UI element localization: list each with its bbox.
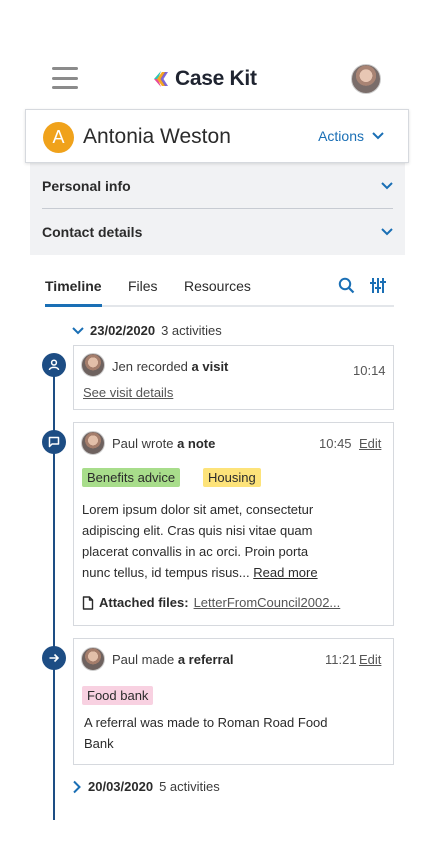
timeline-group-toggle[interactable]: 23/02/2020 3 activities: [72, 323, 222, 338]
top-bar: Case Kit: [0, 60, 435, 100]
note-body: Lorem ipsum dolor sit amet, consectetur …: [82, 499, 318, 583]
see-visit-details-link[interactable]: See visit details: [83, 385, 173, 400]
chevron-down-icon: [372, 132, 384, 140]
arrow-right-icon: [49, 653, 60, 663]
group-date: 20/03/2020: [88, 779, 154, 794]
person-name: Antonia Weston: [83, 125, 231, 148]
entry-summary: Paul made a referral: [112, 652, 233, 667]
author-avatar: [81, 647, 105, 671]
tab-files[interactable]: Files: [128, 278, 158, 294]
entry-time: 10:45: [319, 436, 352, 451]
referral-line: A referral was made to Roman Road Food: [84, 715, 328, 730]
group-count: 5 activities: [159, 779, 220, 794]
referral-line: Bank: [84, 736, 114, 751]
edit-link[interactable]: Edit: [359, 436, 381, 451]
timeline-card-referral: Paul made a referral 11:21 Edit Food ban…: [73, 638, 394, 765]
note-line: Lorem ipsum dolor sit amet, consectetur: [82, 502, 314, 517]
file-icon: [82, 595, 94, 610]
comment-icon: [48, 436, 60, 448]
tag-food-bank[interactable]: Food bank: [82, 686, 154, 705]
note-line: adipiscing elit. Cras quis nisi vitae qu…: [82, 523, 313, 538]
actions-button[interactable]: Actions: [318, 128, 384, 144]
note-line: nunc tellus, id tempus risus...: [82, 565, 250, 580]
read-more-link[interactable]: Read more: [253, 565, 317, 580]
entry-author: Jen: [112, 359, 133, 374]
attached-files-label: Attached files:: [99, 595, 189, 610]
entry-author: Paul: [112, 436, 139, 451]
attached-file-link[interactable]: LetterFromCouncil2002...: [194, 595, 341, 610]
case-kit-logo[interactable]: Case Kit: [151, 67, 257, 91]
group-count: 3 activities: [161, 323, 222, 338]
search-icon[interactable]: [338, 277, 355, 294]
hamburger-icon[interactable]: [52, 67, 78, 89]
details-accordion: Personal info Contact details: [30, 163, 405, 255]
tab-bar: Timeline Files Resources: [45, 272, 394, 307]
timeline-card-visit: Jen recorded a visit 10:14 See visit det…: [73, 345, 394, 410]
entry-summary: Paul wrote a note: [112, 436, 215, 451]
chevron-down-icon: [72, 326, 84, 334]
entry-summary: Jen recorded a visit: [112, 359, 228, 374]
timeline-marker-referral: [42, 646, 66, 670]
accordion-label: Contact details: [42, 224, 143, 240]
note-line: placerat convallis in ac orci. Proin por…: [82, 544, 309, 559]
accordion-contact-details[interactable]: Contact details: [42, 209, 393, 255]
referral-body: A referral was made to Roman Road Food B…: [84, 712, 328, 754]
group-date: 23/02/2020: [90, 323, 156, 338]
author-avatar: [81, 353, 105, 377]
author-avatar: [81, 431, 105, 455]
chevron-down-icon: [381, 228, 393, 236]
tab-timeline[interactable]: Timeline: [45, 278, 102, 307]
person-card: A Antonia Weston Actions: [25, 109, 409, 163]
accordion-personal-info[interactable]: Personal info: [42, 163, 393, 209]
timeline-marker-note: [42, 430, 66, 454]
timeline-group-toggle[interactable]: 20/03/2020 5 activities: [72, 779, 220, 794]
attached-files-row: Attached files: LetterFromCouncil2002...: [82, 595, 340, 610]
chevron-right-icon: [73, 780, 81, 793]
entry-author: Paul: [112, 652, 139, 667]
tag-benefits-advice[interactable]: Benefits advice: [82, 468, 181, 487]
tag-housing[interactable]: Housing: [203, 468, 261, 487]
chevron-down-icon: [381, 181, 393, 189]
logo-text: Case Kit: [175, 67, 257, 90]
filter-icon[interactable]: [369, 277, 387, 294]
entry-object: a referral: [177, 652, 234, 667]
entry-verb: wrote: [141, 436, 174, 451]
person-icon: [48, 359, 60, 371]
accordion-label: Personal info: [42, 177, 131, 194]
person-initial-avatar: A: [43, 122, 74, 153]
tab-resources[interactable]: Resources: [184, 278, 251, 294]
timeline-marker-visit: [42, 353, 66, 377]
entry-verb: recorded: [136, 359, 188, 374]
logo-icon: [154, 71, 168, 87]
entry-object: a visit: [191, 359, 229, 374]
entry-verb: made: [141, 652, 175, 667]
note-line-last: nunc tellus, id tempus risus... Read mor…: [82, 562, 318, 583]
actions-label: Actions: [318, 128, 364, 144]
timeline-card-note: Paul wrote a note 10:45 Edit Benefits ad…: [73, 422, 394, 626]
entry-time: 11:21: [325, 652, 357, 667]
entry-time: 10:14: [353, 363, 386, 378]
entry-object: a note: [177, 436, 216, 451]
user-avatar[interactable]: [351, 64, 381, 94]
edit-link[interactable]: Edit: [359, 652, 381, 667]
